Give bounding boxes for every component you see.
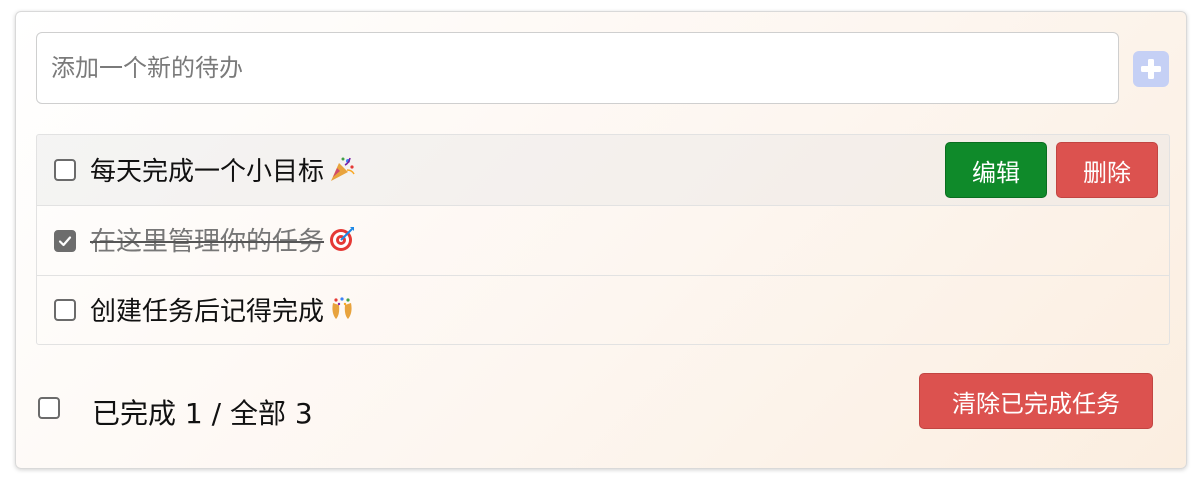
todo-text: 在这里管理你的任务	[90, 227, 325, 257]
todo-label[interactable]: 创建任务后记得完成	[90, 291, 356, 330]
plus-icon	[1141, 59, 1161, 79]
todo-checkbox[interactable]	[54, 229, 76, 252]
select-all-checkbox[interactable]	[38, 397, 60, 419]
checkmark-icon	[58, 235, 72, 246]
todo-checkbox[interactable]	[54, 159, 76, 181]
todo-list: 每天完成一个小目标 编辑 删除 在这里管理你的任务 创建任务后记得完成	[36, 134, 1170, 345]
todo-item: 在这里管理你的任务	[37, 205, 1169, 275]
todo-label[interactable]: 在这里管理你的任务	[90, 221, 356, 260]
todo-text: 创建任务后记得完成	[90, 296, 325, 327]
new-todo-input[interactable]	[36, 32, 1119, 104]
party-popper-icon	[328, 155, 356, 190]
edit-button[interactable]: 编辑	[945, 142, 1047, 198]
delete-button[interactable]: 删除	[1056, 142, 1158, 198]
todo-label[interactable]: 每天完成一个小目标	[90, 151, 356, 190]
todo-text: 每天完成一个小目标	[90, 156, 325, 187]
clear-completed-button[interactable]: 清除已完成任务	[919, 373, 1153, 429]
add-todo-button[interactable]	[1133, 51, 1169, 87]
target-icon	[328, 225, 356, 260]
completion-summary: 已完成 1 / 全部 3	[92, 397, 313, 430]
todo-checkbox[interactable]	[54, 299, 76, 321]
todo-item: 每天完成一个小目标 编辑 删除	[37, 135, 1169, 205]
todo-item: 创建任务后记得完成	[37, 275, 1169, 344]
confetti-icon	[328, 295, 356, 330]
